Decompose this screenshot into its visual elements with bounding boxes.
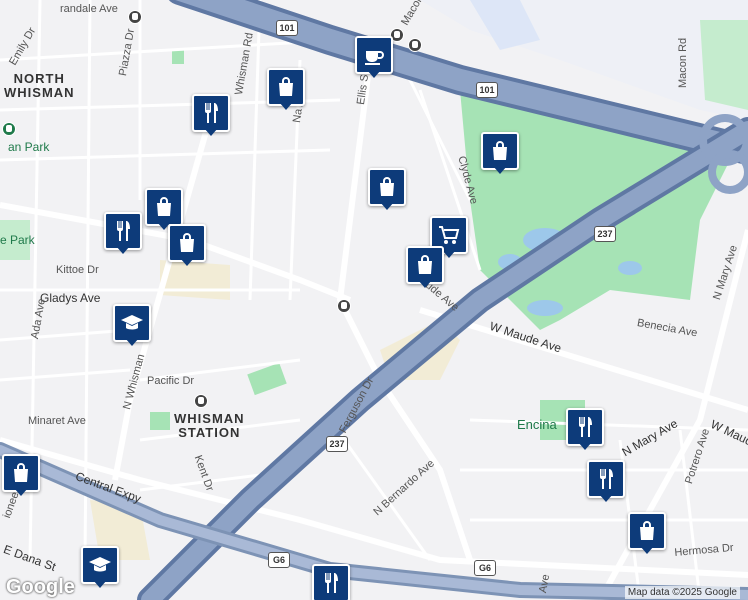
street-label-macon-rd: Macon Rd	[677, 37, 689, 88]
park-icon	[2, 122, 16, 136]
shopping-bag-icon	[14, 463, 28, 482]
pin-shopping-6[interactable]	[168, 224, 206, 268]
graduation-cap-icon	[89, 557, 111, 572]
shopping-bag-icon	[380, 177, 394, 196]
street-label-minaret-ave: Minaret Ave	[28, 415, 86, 427]
fork-knife-icon	[117, 221, 130, 241]
street-label-kittoe-dr: Kittoe Dr	[56, 264, 99, 276]
pin-cafe-1[interactable]	[355, 36, 393, 80]
ca-237-shield: 237	[594, 226, 616, 242]
north-whisman-label: NORTH WHISMAN	[4, 71, 75, 101]
coffee-icon	[365, 51, 384, 65]
pin-school-1[interactable]	[113, 304, 151, 348]
us-101-shield: 101	[476, 82, 498, 98]
g6-shield: G6	[268, 552, 290, 568]
an-park-label: an Park	[8, 140, 50, 154]
transit-station-icon[interactable]	[408, 38, 422, 52]
shopping-cart-icon	[439, 226, 460, 244]
e-park-label: e Park	[0, 233, 35, 247]
ca-237-shield: 237	[326, 436, 348, 452]
shopping-bag-icon	[180, 233, 194, 252]
pin-restaurant-5[interactable]	[312, 564, 350, 600]
street-label-randale-ave: randale Ave	[60, 3, 118, 15]
pin-school-2[interactable]	[81, 546, 119, 590]
g6-shield: G6	[474, 560, 496, 576]
transit-station-icon[interactable]	[194, 394, 208, 408]
transit-station-icon[interactable]	[128, 10, 142, 24]
pin-restaurant-2[interactable]	[104, 212, 142, 256]
shopping-bag-icon	[279, 77, 293, 96]
pin-restaurant-3[interactable]	[566, 408, 604, 452]
pin-restaurant-4[interactable]	[587, 460, 625, 504]
street-label-pacific-dr: Pacific Dr	[147, 375, 195, 387]
graduation-cap-icon	[121, 315, 143, 330]
map-attribution[interactable]: Map data ©2025 Google	[624, 586, 740, 599]
us-101-shield: 101	[276, 20, 298, 36]
pin-restaurant-1[interactable]	[192, 94, 230, 138]
pin-shopping-8[interactable]	[2, 454, 40, 498]
shopping-bag-icon	[157, 197, 171, 216]
pin-shopping-3[interactable]	[368, 168, 406, 212]
pin-shopping-4[interactable]	[406, 246, 444, 290]
shopping-bag-icon	[493, 141, 507, 160]
fork-knife-icon	[600, 469, 613, 489]
google-logo: Google	[6, 576, 75, 598]
transit-station-icon[interactable]	[337, 299, 351, 313]
shopping-bag-icon	[640, 521, 654, 540]
map-canvas[interactable]: NORTH WHISMAN WHISMAN STATION Encina an …	[0, 0, 748, 600]
whisman-station-label: WHISMAN STATION	[174, 411, 245, 441]
fork-knife-icon	[205, 103, 218, 123]
shopping-bag-icon	[418, 255, 432, 274]
fork-knife-icon	[579, 417, 592, 437]
pin-shopping-2[interactable]	[481, 132, 519, 176]
street-label-gladys-ave: Gladys Ave	[40, 291, 101, 305]
fork-knife-icon	[325, 573, 338, 593]
pin-shopping-1[interactable]	[267, 68, 305, 112]
pin-shopping-7[interactable]	[628, 512, 666, 556]
encina-label: Encina	[517, 417, 557, 432]
